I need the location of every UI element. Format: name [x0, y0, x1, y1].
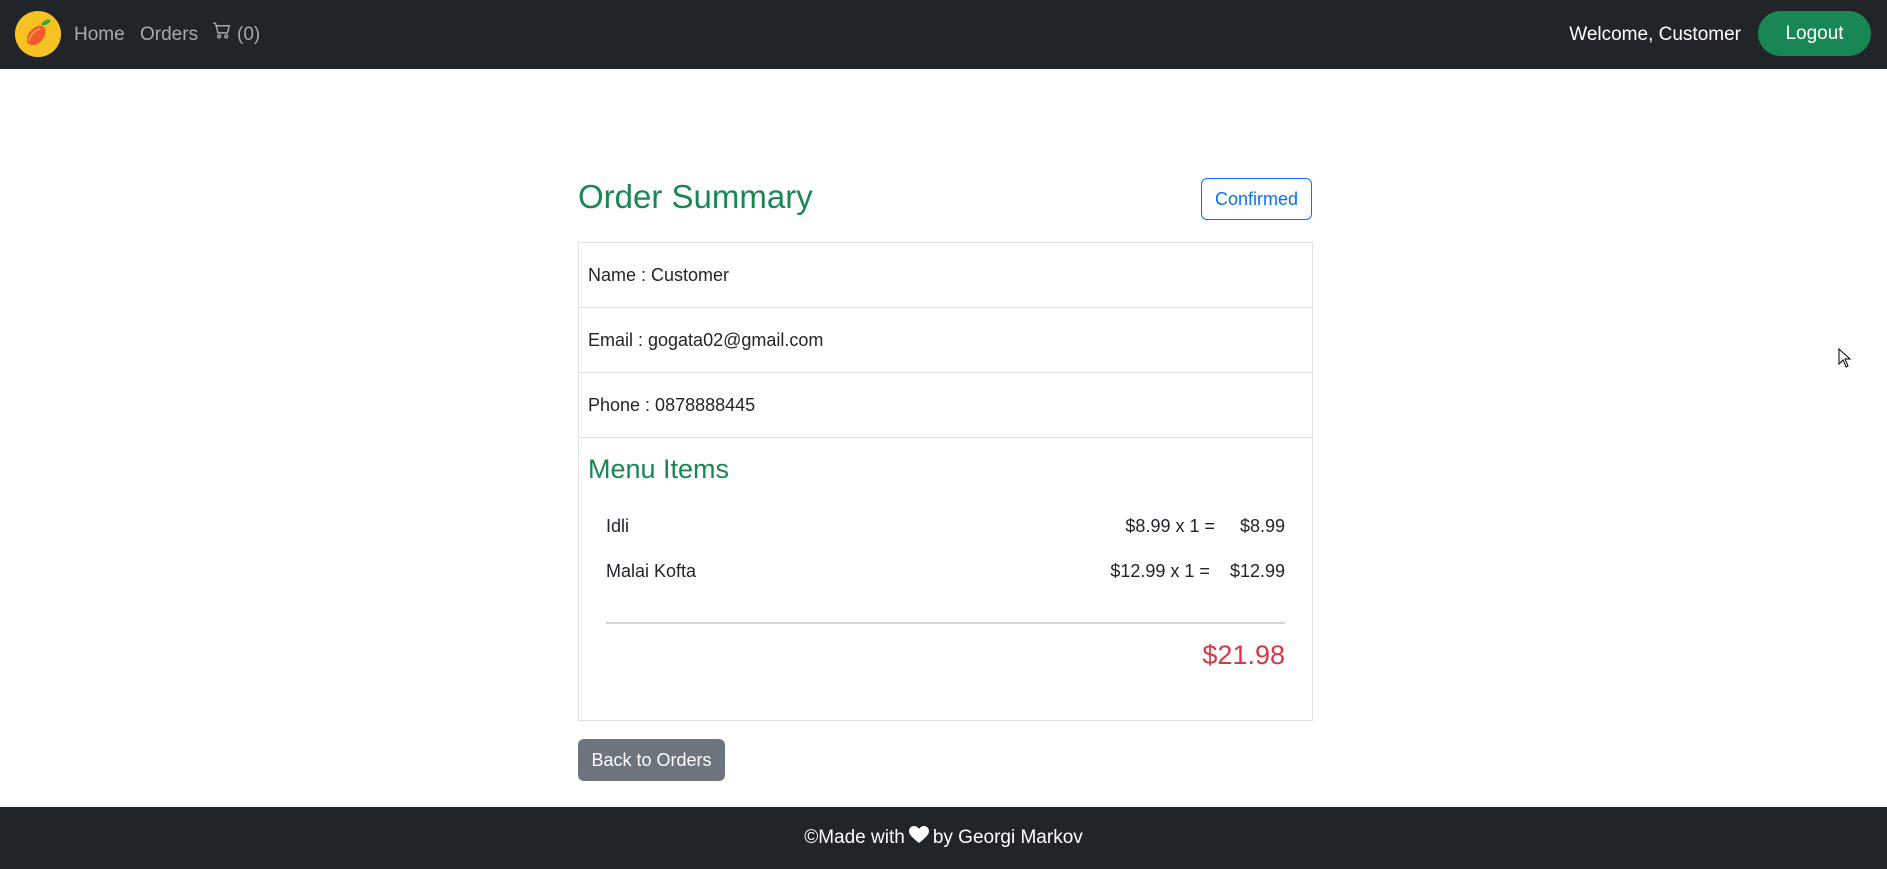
nav-link-orders[interactable]: Orders	[140, 0, 198, 69]
page-title: Order Summary	[578, 178, 813, 215]
item-name: Malai Kofta	[606, 560, 697, 581]
mouse-cursor-icon	[1838, 347, 1852, 373]
list-item: Idli $8.99 x 1 = $8.99	[606, 511, 1285, 541]
item-subtotal: $8.99	[1239, 515, 1285, 536]
footer-prefix: ©Made with	[804, 827, 905, 848]
top-navbar: Home Orders (0) Welcome, Customer Logout	[0, 0, 1887, 69]
customer-phone-row: Phone : 0878888445	[579, 373, 1312, 438]
heart-icon	[908, 826, 929, 850]
divider	[606, 622, 1285, 624]
customer-email-row: Email : gogata02@gmail.com	[579, 308, 1312, 373]
order-card: Name : Customer Email : gogata02@gmail.c…	[578, 242, 1313, 721]
nav-link-cart[interactable]: (0)	[212, 0, 260, 69]
footer: ©Made with by Georgi Markov	[0, 807, 1887, 869]
order-total: $21.98	[1202, 640, 1285, 670]
nav-link-home[interactable]: Home	[74, 0, 125, 69]
customer-name-row: Name : Customer	[579, 243, 1312, 308]
item-price-qty: $8.99 x 1 =	[1125, 515, 1215, 536]
back-to-orders-button[interactable]: Back to Orders	[578, 739, 725, 781]
cart-count: (0)	[237, 24, 261, 45]
item-name: Idli	[606, 515, 630, 536]
footer-suffix: by Georgi Markov	[932, 827, 1083, 848]
cart-icon	[212, 0, 231, 69]
item-price-qty: $12.99 x 1 =	[1110, 560, 1210, 581]
welcome-text: Welcome, Customer	[1569, 24, 1741, 45]
status-badge: Confirmed	[1201, 178, 1312, 220]
list-item: Malai Kofta $12.99 x 1 = $12.99	[606, 556, 1285, 586]
menu-items-heading: Menu Items	[588, 454, 730, 484]
mango-logo-icon[interactable]	[15, 11, 61, 57]
logout-button[interactable]: Logout	[1758, 11, 1871, 56]
item-subtotal: $12.99	[1229, 560, 1285, 581]
